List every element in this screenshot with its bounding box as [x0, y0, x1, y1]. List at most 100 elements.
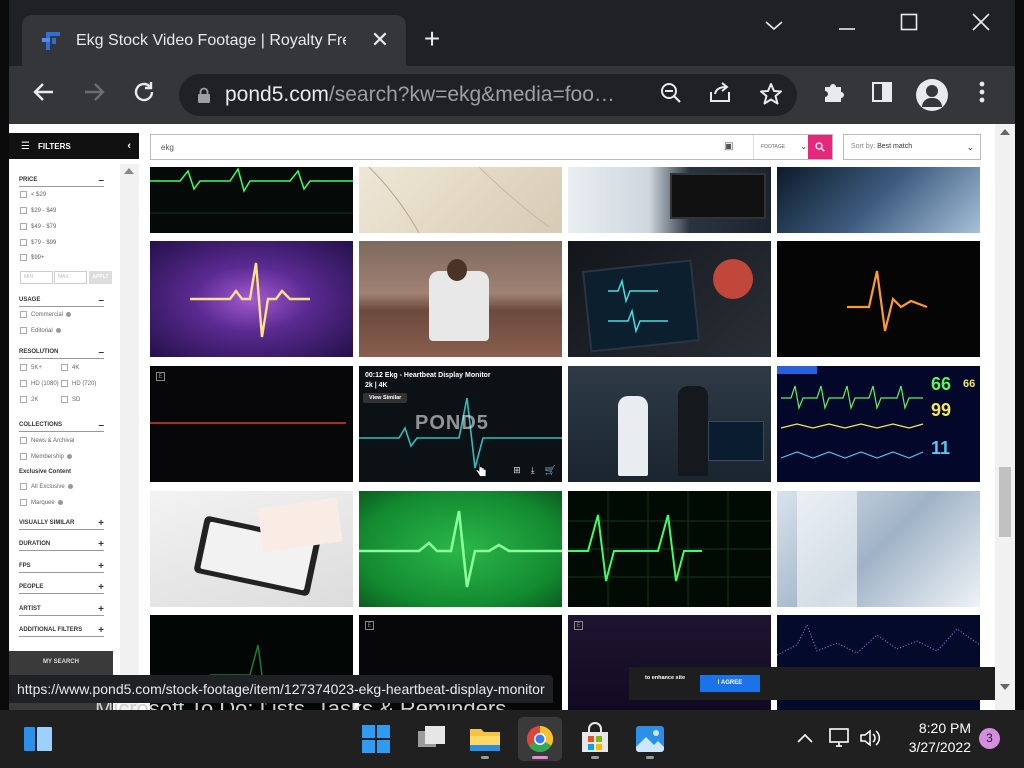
share-icon[interactable] — [706, 82, 734, 110]
filter-option-resolution[interactable]: HD (1080) — [20, 380, 59, 387]
forward-button[interactable] — [79, 80, 109, 110]
search-button[interactable] — [808, 135, 832, 159]
network-icon[interactable] — [828, 727, 852, 756]
profile-avatar[interactable] — [916, 79, 948, 111]
filter-option-resolution[interactable]: 5K+ — [20, 364, 42, 371]
side-panel-icon[interactable] — [867, 80, 897, 110]
chrome-icon[interactable] — [518, 717, 562, 761]
price-max-input[interactable]: MAX — [54, 271, 87, 284]
price-min-input[interactable]: MIN — [20, 271, 53, 284]
scroll-up-arrow-icon[interactable] — [124, 168, 134, 174]
result-thumbnail[interactable]: E — [150, 366, 353, 482]
filters-toggle[interactable]: ☰ FILTERS ‹ — [9, 133, 139, 159]
photos-icon[interactable] — [628, 717, 672, 761]
filter-option-price[interactable]: < $29 — [20, 191, 46, 198]
filter-option-resolution[interactable]: 2K — [20, 396, 38, 403]
new-tab-button[interactable]: + — [417, 24, 447, 54]
menu-kebab-icon[interactable] — [967, 80, 997, 110]
add-to-collection-icon[interactable]: ⊞ — [513, 465, 521, 476]
filter-section-people[interactable]: PEOPLE + — [19, 582, 104, 594]
filter-section-price[interactable]: PRICE – — [19, 175, 104, 187]
scrollbar-thumb[interactable] — [999, 467, 1011, 537]
widget-app-icon[interactable] — [16, 717, 60, 761]
result-thumbnail[interactable]: 66 66 99 11 — [777, 366, 980, 482]
result-thumbnail[interactable] — [568, 241, 771, 357]
extensions-puzzle-icon[interactable] — [818, 80, 848, 110]
page-scrollbar[interactable] — [995, 124, 1015, 710]
media-type-select[interactable]: FOOTAGE ⌄ — [753, 135, 809, 159]
tray-chevron-up-icon[interactable] — [793, 727, 817, 751]
filter-section-visually-similar[interactable]: VISUALLY SIMILAR + — [19, 518, 104, 530]
back-button[interactable] — [29, 80, 59, 110]
filter-section-resolution[interactable]: RESOLUTION – — [19, 347, 104, 359]
info-icon[interactable] — [66, 312, 72, 317]
result-thumbnail[interactable] — [359, 491, 562, 607]
cookie-agree-button[interactable]: I AGREE — [700, 675, 760, 692]
filter-option-price[interactable]: $29 - $49 — [20, 207, 56, 214]
lock-icon[interactable] — [197, 87, 211, 103]
filter-section-duration[interactable]: DURATION + — [19, 539, 104, 551]
filter-section-fps[interactable]: FPS + — [19, 561, 104, 573]
result-thumbnail[interactable] — [359, 167, 562, 233]
info-icon[interactable] — [67, 454, 73, 459]
scroll-up-arrow-icon[interactable] — [1000, 129, 1010, 135]
tab-close-icon[interactable]: ✕ — [368, 28, 392, 52]
result-thumbnail[interactable] — [777, 241, 980, 357]
start-windows-icon[interactable] — [354, 717, 398, 761]
result-thumbnail[interactable] — [777, 491, 980, 607]
filter-option-commercial[interactable]: Commercial — [20, 311, 72, 318]
sort-select[interactable]: Sort by: Best match ⌄ — [843, 134, 981, 160]
system-clock[interactable]: 8:20 PM 3/27/2022 — [893, 719, 971, 757]
filter-option-editorial[interactable]: Editorial — [20, 327, 61, 334]
notification-badge[interactable]: 3 — [979, 728, 1000, 749]
info-icon[interactable] — [57, 500, 63, 505]
filter-option-news[interactable]: News & Archival — [20, 437, 74, 444]
chevron-left-icon[interactable]: ‹ — [127, 140, 131, 152]
volume-icon[interactable] — [858, 727, 882, 756]
filter-section-artist[interactable]: ARTIST + — [19, 604, 104, 616]
result-thumbnail[interactable] — [568, 366, 771, 482]
filter-option-resolution[interactable]: SD — [61, 396, 80, 403]
filter-option-resolution[interactable]: HD (720) — [61, 380, 96, 387]
result-thumbnail[interactable] — [359, 241, 562, 357]
view-similar-button[interactable]: View Similar — [363, 393, 408, 403]
file-explorer-icon[interactable] — [463, 717, 507, 761]
zoom-out-icon[interactable] — [657, 82, 685, 110]
filter-option-membership[interactable]: Membership — [20, 453, 73, 460]
visual-search-camera-icon[interactable]: ▣ — [724, 141, 738, 153]
result-thumbnail-hovered[interactable]: 00:12 Ekg - Heartbeat Display Monitor 2k … — [359, 366, 562, 482]
filter-option-price[interactable]: $49 - $79 — [20, 223, 56, 230]
scroll-down-arrow-icon[interactable] — [1000, 684, 1010, 690]
result-thumbnail[interactable] — [777, 167, 980, 233]
filter-option-price[interactable]: $99+ — [20, 254, 45, 261]
tab-search-chevron-icon[interactable] — [754, 10, 794, 40]
search-input[interactable] — [151, 135, 711, 159]
tab-pond5[interactable]: Ekg Stock Video Footage | Royalty Free ✕ — [22, 15, 406, 66]
close-window-icon[interactable] — [961, 10, 1001, 40]
reload-button[interactable] — [129, 80, 159, 110]
cart-icon[interactable]: 🛒 — [545, 465, 556, 476]
task-view-icon[interactable] — [409, 717, 453, 761]
filter-option-all-exclusive[interactable]: All Exclusive — [20, 483, 73, 490]
sidebar-scrollbar[interactable] — [120, 164, 139, 710]
filter-section-collections[interactable]: COLLECTIONS – — [19, 420, 104, 432]
bookmark-star-icon[interactable] — [757, 82, 785, 110]
result-thumbnail[interactable] — [568, 167, 771, 233]
apply-price-button[interactable]: APPLY — [89, 271, 112, 284]
result-thumbnail[interactable] — [150, 491, 353, 607]
result-thumbnail[interactable] — [150, 241, 353, 357]
filter-section-usage[interactable]: USAGE – — [19, 295, 104, 307]
filter-option-resolution[interactable]: 4K — [61, 364, 79, 371]
filter-section-additional[interactable]: ADDITIONAL FILTERS + — [19, 625, 104, 637]
minimize-icon[interactable] — [827, 10, 867, 40]
info-icon[interactable] — [67, 484, 73, 489]
maximize-icon[interactable] — [889, 10, 929, 40]
url-text[interactable]: pond5.com/search?kw=ekg&media=foo… — [225, 83, 645, 107]
download-icon[interactable]: ⤓ — [531, 465, 535, 476]
result-thumbnail[interactable] — [150, 167, 353, 233]
filter-option-price[interactable]: $79 - $99 — [20, 239, 56, 246]
address-bar[interactable]: pond5.com/search?kw=ekg&media=foo… — [179, 74, 797, 116]
info-icon[interactable] — [55, 328, 61, 333]
microsoft-store-icon[interactable] — [573, 717, 617, 761]
result-thumbnail[interactable] — [568, 491, 771, 607]
